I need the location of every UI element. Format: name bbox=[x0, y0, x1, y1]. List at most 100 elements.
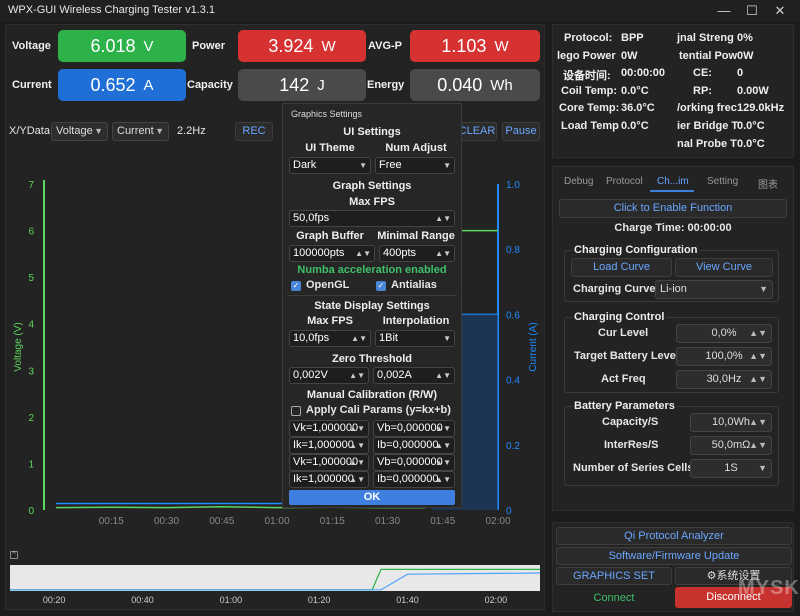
cal-value: Ib=0,000000 bbox=[377, 439, 439, 451]
max-fps-value: 50,0fps bbox=[293, 212, 330, 224]
spin-arrows-icon: ▲▼ bbox=[435, 458, 451, 467]
antialias-checkbox[interactable]: ✓ bbox=[376, 281, 386, 291]
max-fps-spinbox[interactable]: 50,0fps ▲▼ bbox=[289, 210, 455, 227]
tab-debug[interactable]: Debug bbox=[564, 176, 593, 187]
voltage-label: Voltage bbox=[12, 40, 51, 52]
status-label: CE: bbox=[693, 67, 712, 79]
sd-max-fps-spinbox[interactable]: 10,0fps ▲▼ bbox=[289, 330, 371, 347]
cal-field[interactable]: Ik=1,000000 ▲▼ bbox=[289, 471, 369, 488]
interpolation-value: 1Bit bbox=[379, 332, 398, 344]
clear-button[interactable]: CLEAR bbox=[457, 122, 497, 141]
status-value: 0.00W bbox=[737, 85, 769, 97]
minimal-range-value: 400pts bbox=[383, 247, 417, 259]
cal-field[interactable]: Vb=0,000000 ▲▼ bbox=[373, 420, 455, 437]
avgp-label: AVG-P bbox=[368, 40, 403, 52]
window-title: WPX-GUI Wireless Charging Tester v1.3.1 bbox=[8, 4, 216, 16]
cal-field[interactable]: Ib=0,000000 ▲▼ bbox=[373, 437, 455, 454]
qi-protocol-analyzer-button[interactable]: Qi Protocol Analyzer bbox=[556, 527, 792, 545]
y-data-select[interactable]: Current ▼ bbox=[112, 122, 169, 141]
interres-spinbox[interactable]: 50,0mΩ ▲▼ bbox=[690, 436, 772, 455]
interpolation-select[interactable]: 1Bit ▼ bbox=[375, 330, 455, 347]
target-level-spinbox[interactable]: 100,0% ▲▼ bbox=[676, 347, 772, 366]
firmware-update-button[interactable]: Software/Firmware Update bbox=[556, 547, 792, 565]
dialog-title: Graphics Settings bbox=[291, 109, 363, 119]
view-curve-button[interactable]: View Curve bbox=[675, 258, 773, 277]
cal-value: Vb=0,000000 bbox=[377, 422, 443, 434]
status-value: 0 bbox=[737, 67, 744, 79]
y-axis-label: Voltage (V) bbox=[13, 322, 24, 371]
spin-arrows-icon: ▲▼ bbox=[749, 328, 767, 338]
y2-tick-label: 1.0 bbox=[506, 180, 520, 191]
enable-function-button[interactable]: Click to Enable Function bbox=[559, 199, 787, 218]
energy-value: 0.040 bbox=[437, 74, 483, 95]
cur-level-label: Cur Level bbox=[598, 327, 649, 339]
cal-field[interactable]: Vb=0,000000 ▲▼ bbox=[373, 454, 455, 471]
close-button[interactable]: ✕ bbox=[768, 2, 792, 20]
target-level-label: Target Battery Level bbox=[574, 350, 679, 362]
battery-params-title: Battery Parameters bbox=[572, 400, 677, 412]
graph-buffer-spinbox[interactable]: 100000pts ▲▼ bbox=[289, 245, 375, 262]
status-value: 0W bbox=[621, 50, 638, 62]
zero-threshold-a-spinbox[interactable]: 0,002A ▲▼ bbox=[373, 367, 455, 384]
cal-field[interactable]: Ib=0,000000 ▲▼ bbox=[373, 471, 455, 488]
charging-curve-select[interactable]: Li-ion ▼ bbox=[655, 280, 773, 299]
y2-tick-label: 0.8 bbox=[506, 245, 520, 256]
status-label: Load Temp bbox=[561, 120, 619, 132]
series-cells-select[interactable]: 1S ▼ bbox=[690, 459, 772, 478]
minimal-range-spinbox[interactable]: 400pts ▲▼ bbox=[379, 245, 455, 262]
power-label: Power bbox=[192, 40, 226, 52]
capacity-label: Capacity/S bbox=[602, 416, 659, 428]
tab-protocol[interactable]: Protocol bbox=[606, 176, 643, 187]
graph-buffer-value: 100000pts bbox=[293, 247, 345, 259]
act-freq-spinbox[interactable]: 30,0Hz ▲▼ bbox=[676, 370, 772, 389]
max-fps-label: Max FPS bbox=[349, 196, 395, 208]
active-tab-indicator bbox=[650, 190, 694, 192]
load-curve-button[interactable]: Load Curve bbox=[571, 258, 672, 277]
divider bbox=[287, 295, 457, 296]
y2-tick-label: 0.2 bbox=[506, 441, 520, 452]
ok-button[interactable]: OK bbox=[289, 490, 455, 505]
spin-arrows-icon: ▲▼ bbox=[435, 424, 451, 433]
charging-curve-value: Li-ion bbox=[660, 283, 687, 295]
chevron-down-icon: ▼ bbox=[359, 161, 367, 170]
cal-field[interactable]: Ik=1,000000 ▲▼ bbox=[289, 437, 369, 454]
expand-icon[interactable]: ^ bbox=[10, 551, 18, 559]
x-data-select[interactable]: Voltage ▼ bbox=[51, 122, 108, 141]
num-adjust-select[interactable]: Free ▼ bbox=[375, 157, 455, 174]
x-tick-label: 00:30 bbox=[154, 516, 179, 527]
spin-arrows-icon: ▲▼ bbox=[349, 441, 365, 450]
charging-control-title: Charging Control bbox=[572, 311, 667, 323]
target-level-value: 100,0% bbox=[705, 350, 743, 362]
rec-button[interactable]: REC bbox=[235, 122, 273, 141]
graph-settings-heading: Graph Settings bbox=[332, 180, 412, 192]
x-tick-label: 01:00 bbox=[264, 516, 289, 527]
apply-cali-checkbox[interactable] bbox=[291, 406, 301, 416]
status-value: 00:00:00 bbox=[621, 67, 666, 79]
x-tick-label: 01:45 bbox=[430, 516, 455, 527]
graphics-set-button[interactable]: GRAPHICS SET bbox=[556, 567, 672, 585]
minimize-button[interactable]: — bbox=[712, 2, 736, 20]
overview-chart[interactable]: 00:20 00:40 01:00 01:20 01:40 02:00 bbox=[8, 563, 542, 608]
tab-setting[interactable]: Setting bbox=[707, 176, 738, 187]
cur-level-spinbox[interactable]: 0,0% ▲▼ bbox=[676, 324, 772, 343]
capacity-spinbox[interactable]: 10,0Wh ▲▼ bbox=[690, 413, 772, 432]
current-value: 0.652 bbox=[90, 74, 136, 95]
chevron-down-icon: ▼ bbox=[443, 334, 451, 343]
status-label: jnal Streng bbox=[677, 32, 734, 44]
maximize-button[interactable]: ☐ bbox=[740, 2, 764, 20]
connect-button[interactable]: Connect bbox=[556, 588, 672, 608]
opengl-checkbox[interactable]: ✓ bbox=[291, 281, 301, 291]
ui-theme-select[interactable]: Dark ▼ bbox=[289, 157, 371, 174]
sd-max-fps-label: Max FPS bbox=[307, 315, 353, 327]
avgp-meter: 1.103 W bbox=[410, 30, 540, 62]
zero-threshold-a-value: 0,002A bbox=[377, 369, 412, 381]
tab-chart[interactable]: 图表 bbox=[758, 176, 778, 191]
cal-field[interactable]: Vk=1,000000 ▲▼ bbox=[289, 454, 369, 471]
status-value: 0% bbox=[737, 32, 753, 44]
pause-button[interactable]: Pause bbox=[502, 122, 540, 141]
cal-field[interactable]: Vk=1,000000 ▲▼ bbox=[289, 420, 369, 437]
capacity-unit: J bbox=[317, 76, 325, 94]
tab-charging-sim[interactable]: Ch...im bbox=[657, 176, 689, 187]
zero-threshold-v-spinbox[interactable]: 0,002V ▲▼ bbox=[289, 367, 369, 384]
ui-theme-label: UI Theme bbox=[305, 142, 355, 154]
